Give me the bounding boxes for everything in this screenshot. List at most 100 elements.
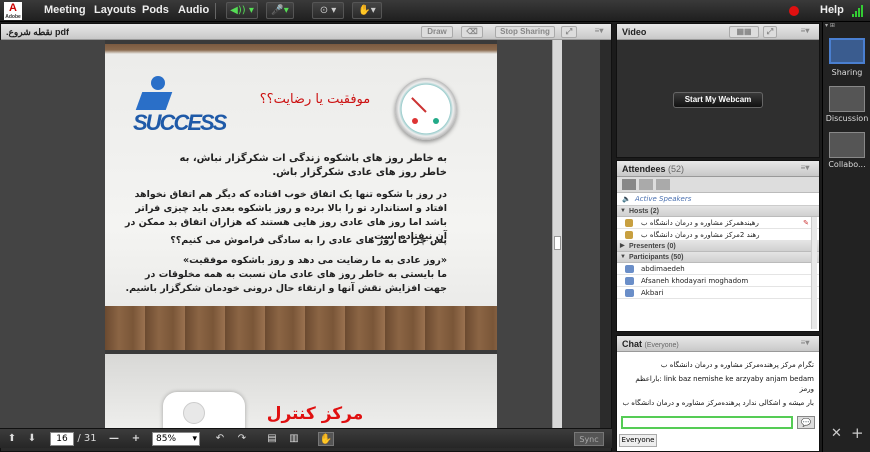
attendee-count: (52) xyxy=(668,164,685,174)
host-row[interactable]: رهیندهمرکز مشاوره و درمان دانشگاه ب ✎ xyxy=(617,217,819,229)
send-message-icon[interactable]: 💬 xyxy=(797,416,815,429)
chat-message: بار میشه و اشکالی ندارد پرهنده‌مرکز مشاو… xyxy=(622,399,814,407)
pod-options-icon[interactable]: ≡▾ xyxy=(591,26,607,38)
layouts-panel-controls[interactable]: ▾ ⊞ xyxy=(825,22,869,30)
sort-view-icon[interactable] xyxy=(656,179,670,190)
rotate-right-icon[interactable]: ↷ xyxy=(236,432,248,446)
video-pod-title: Video xyxy=(622,27,647,37)
adobe-logo: A Adobe xyxy=(4,2,22,20)
menu-meeting[interactable]: Meeting xyxy=(44,4,86,16)
presenters-section[interactable]: Presenters (0) xyxy=(617,241,819,252)
toggle-switch-image xyxy=(163,392,245,428)
stopwatch-icon xyxy=(395,78,457,140)
rotate-left-icon[interactable]: ↶ xyxy=(214,432,226,446)
sync-button[interactable]: Sync xyxy=(574,432,604,446)
share-pod-title: .نقطه شروع pdf xyxy=(6,27,70,37)
chat-messages: تگرام مرکز پرهنده‌مرکز مشاوره و درمان دا… xyxy=(617,352,819,414)
layout-sharing[interactable] xyxy=(829,38,865,64)
video-area: Start My Webcam xyxy=(617,40,819,157)
slide-heading: موفقیت یا رضایت؟؟ xyxy=(259,92,371,107)
arrow-up-icon[interactable]: ⬆ xyxy=(6,432,18,446)
participant-row[interactable]: Afsaneh khodayari moghadom xyxy=(617,275,819,287)
participants-section[interactable]: Participants (50) xyxy=(617,252,819,263)
webcam-icon[interactable]: ⊙ ▾ xyxy=(312,2,344,19)
attendees-view-toolbar xyxy=(617,177,819,193)
menu-help[interactable]: Help xyxy=(820,4,844,16)
chat-scope: (Everyone) xyxy=(644,342,679,349)
slide-page-17: مرکز کنترل xyxy=(105,354,497,428)
fullscreen-icon[interactable]: ⤢ xyxy=(561,26,577,38)
record-icon[interactable] xyxy=(789,6,799,16)
scrollbar-thumb[interactable] xyxy=(554,236,561,250)
layout-collaboration[interactable] xyxy=(829,132,865,158)
start-webcam-button[interactable]: Start My Webcam xyxy=(673,92,763,108)
chat-pod: Chat (Everyone) ≡▾ تگرام مرکز پرهنده‌مرک… xyxy=(616,335,820,452)
menu-audio[interactable]: Audio xyxy=(178,4,209,16)
chat-pod-header: Chat (Everyone) ≡▾ xyxy=(617,336,819,352)
layout-settings-icon[interactable]: ✕ xyxy=(831,426,842,441)
list-view-icon[interactable] xyxy=(622,179,636,190)
chat-message: link baz nemishe ke arzyaby anjam bedam … xyxy=(635,375,814,393)
attendees-pod: Attendees (52) ≡▾ 🔈 Active Speakers Host… xyxy=(616,160,820,332)
participant-icon xyxy=(625,277,634,285)
slide-page-16: SUCCESS موفقیت یا رضایت؟؟ به خاطر روز ها… xyxy=(105,44,497,350)
edit-icon: ✎ xyxy=(803,219,809,227)
hand-tool-icon[interactable]: ✋ xyxy=(318,432,334,446)
chat-input[interactable] xyxy=(621,416,793,429)
draw-button[interactable]: Draw xyxy=(421,26,453,38)
attendees-pod-header: Attendees (52) ≡▾ xyxy=(617,161,819,177)
page-number-input[interactable]: 16 xyxy=(50,432,74,446)
page-total: / 31 xyxy=(77,433,97,444)
chat-tab-everyone[interactable]: Everyone xyxy=(619,434,657,447)
share-pod-header: .نقطه شروع pdf Draw ⌫ Stop Sharing ⤢ ≡▾ xyxy=(1,24,611,40)
active-speakers-row: 🔈 Active Speakers xyxy=(617,193,819,206)
speaker-icon[interactable]: ◀)) ▾ xyxy=(226,2,258,19)
chat-message: تگرام مرکز پرهنده‌مرکز مشاوره و درمان دا… xyxy=(660,361,814,369)
participant-icon xyxy=(625,265,634,273)
viewer-right-gutter xyxy=(562,40,600,428)
document-viewer: SUCCESS موفقیت یا رضایت؟؟ به خاطر روز ها… xyxy=(0,40,600,428)
layout-sharing-label: Sharing xyxy=(831,68,863,77)
grid-view-icon[interactable] xyxy=(639,179,653,190)
slide-column: SUCCESS موفقیت یا رضایت؟؟ به خاطر روز ها… xyxy=(105,40,497,428)
participant-row[interactable]: abdimaedeh xyxy=(617,263,819,275)
slide-paragraph-5: ما بایستی به خاطر روز های عادی مان نسبت … xyxy=(125,269,447,294)
zoom-out-icon[interactable]: — xyxy=(108,432,120,446)
stop-sharing-button[interactable]: Stop Sharing xyxy=(495,26,555,38)
layouts-panel: ▾ ⊞ Sharing Discussion Collabo... ✕ + xyxy=(822,22,870,452)
menu-layouts[interactable]: Layouts xyxy=(94,4,136,16)
attendees-pod-title: Attendees xyxy=(622,164,666,174)
chat-options-icon[interactable]: ≡▾ xyxy=(797,338,813,350)
chat-pod-title: Chat xyxy=(622,339,642,349)
participant-icon xyxy=(625,289,634,297)
menu-pods[interactable]: Pods xyxy=(142,4,169,16)
annotate-icon[interactable]: ⌫ xyxy=(461,26,483,38)
connection-signal-icon xyxy=(852,5,866,17)
raise-hand-icon[interactable]: ✋▾ xyxy=(352,2,382,19)
layout-discussion[interactable] xyxy=(829,86,865,112)
video-pod-header: Video ▦▦ ⤢ ≡▾ xyxy=(617,24,819,40)
zoom-select[interactable]: 85% ▾ xyxy=(152,432,200,446)
slide-paragraph-1: به خاطر روز های باشکوه زندگی ات شکرگزار … xyxy=(179,153,447,178)
video-fullscreen-icon[interactable]: ⤢ xyxy=(763,26,777,38)
add-layout-icon[interactable]: + xyxy=(851,424,864,442)
microphone-icon[interactable]: 🎤▾ xyxy=(266,2,294,19)
slide2-heading: مرکز کنترل xyxy=(266,404,364,424)
viewer-gutter xyxy=(497,40,552,428)
fit-width-icon[interactable]: ▤ xyxy=(266,432,278,446)
video-options-icon[interactable]: ≡▾ xyxy=(797,26,813,38)
top-menu-bar: A Adobe Meeting Layouts Pods Audio ◀)) ▾ … xyxy=(0,0,870,22)
attendees-scrollbar[interactable] xyxy=(811,217,817,329)
fit-page-icon[interactable]: ▥ xyxy=(288,432,300,446)
attendees-options-icon[interactable]: ≡▾ xyxy=(797,163,813,175)
success-logo-image: SUCCESS xyxy=(133,76,227,138)
participant-row[interactable]: Akbari xyxy=(617,287,819,299)
zoom-in-icon[interactable]: + xyxy=(130,432,142,446)
speaker-small-icon: 🔈 xyxy=(622,195,631,203)
video-layout-icon[interactable]: ▦▦ xyxy=(729,26,759,38)
vertical-scrollbar[interactable] xyxy=(552,40,562,428)
hosts-section[interactable]: Hosts (2) xyxy=(617,206,819,217)
wood-floor-decoration xyxy=(105,306,497,350)
host-row[interactable]: رهند 2مرکز مشاوره و درمان دانشگاه ب xyxy=(617,229,819,241)
arrow-down-icon[interactable]: ⬇ xyxy=(26,432,38,446)
